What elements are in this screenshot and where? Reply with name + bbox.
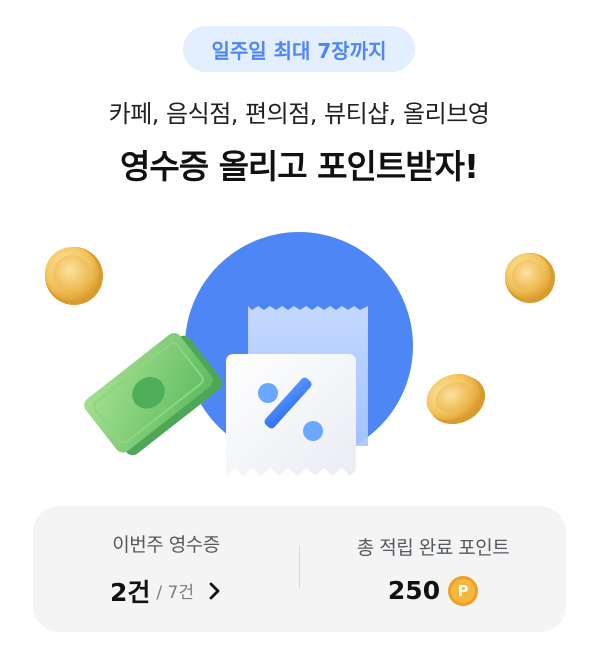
receipt-front-icon: [226, 354, 356, 476]
chevron-right-icon[interactable]: [208, 581, 222, 601]
point-coin-icon: P: [448, 575, 479, 606]
weekly-receipts-max: / 7건: [156, 583, 194, 603]
receipt-stats-card: 이번주 영수증 2건 / 7건 총 적립 완료 포인트 250 P: [33, 506, 566, 632]
total-points-stat: 총 적립 완료 포인트 250 P: [300, 506, 566, 632]
coin-top-right-icon: [505, 253, 555, 303]
coin-top-left-icon: [45, 247, 103, 305]
weekly-receipts-stat[interactable]: 이번주 영수증 2건 / 7건: [33, 506, 299, 632]
point-coin-label: P: [457, 581, 469, 600]
coin-right-icon: [426, 373, 486, 425]
store-categories-text: 카페, 음식점, 편의점, 뷰티샵, 올리브영: [108, 100, 490, 128]
total-points-value: 250: [387, 576, 441, 605]
weekly-receipts-label: 이번주 영수증: [112, 533, 220, 556]
weekly-limit-badge: 일주일 최대 7장까지: [183, 26, 415, 72]
receipt-illustration: [0, 220, 598, 500]
page-title: 영수증 올리고 포인트받자!: [120, 147, 479, 186]
weekly-limit-label: 일주일 최대 7장까지: [211, 38, 387, 63]
total-points-label: 총 적립 완료 포인트: [356, 536, 510, 559]
weekly-receipts-count: 2건: [110, 577, 151, 607]
